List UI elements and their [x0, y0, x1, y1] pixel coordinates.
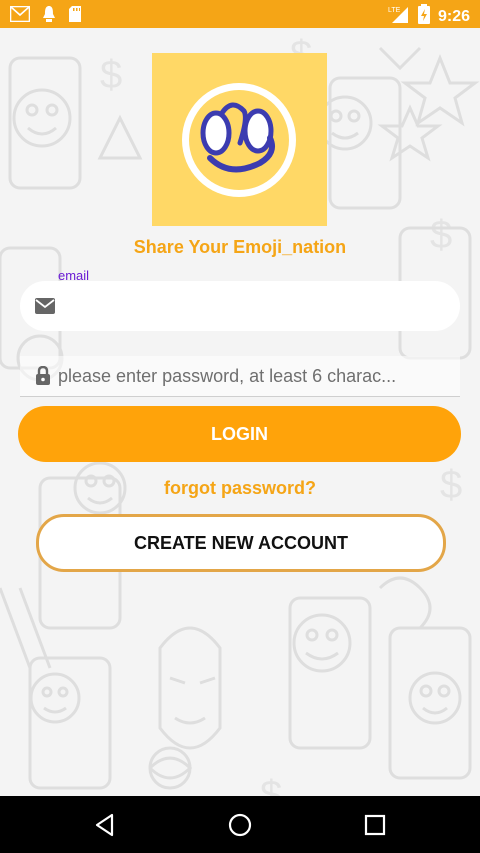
status-bar: LTE 9:26	[0, 0, 480, 28]
lock-icon	[35, 365, 51, 391]
password-underline	[20, 396, 460, 397]
login-button[interactable]: LOGIN	[18, 406, 461, 462]
home-icon[interactable]	[225, 810, 255, 840]
create-account-button[interactable]: CREATE NEW ACCOUNT	[36, 514, 446, 572]
app-logo	[152, 53, 327, 226]
svg-text:$: $	[100, 53, 122, 97]
battery-icon	[417, 4, 430, 29]
password-input[interactable]	[56, 358, 460, 394]
back-icon[interactable]	[90, 810, 120, 840]
email-input[interactable]	[75, 289, 449, 325]
email-field[interactable]	[20, 281, 460, 331]
status-time: 9:26	[437, 7, 470, 25]
app-tagline: Share Your Emoji_nation	[133, 237, 347, 257]
forgot-password-link[interactable]: forgot password?	[0, 478, 480, 499]
emoji-logo-icon	[182, 83, 296, 197]
password-field[interactable]	[20, 356, 460, 396]
svg-text:$: $	[260, 773, 282, 796]
gmail-icon	[9, 5, 31, 27]
mail-icon	[35, 298, 55, 319]
recents-icon[interactable]	[360, 810, 390, 840]
notification-icon	[42, 5, 56, 28]
lte-signal-icon: LTE	[388, 4, 410, 29]
svg-text:LTE: LTE	[388, 7, 401, 14]
navigation-bar	[0, 796, 480, 853]
sd-card-icon	[68, 5, 82, 28]
